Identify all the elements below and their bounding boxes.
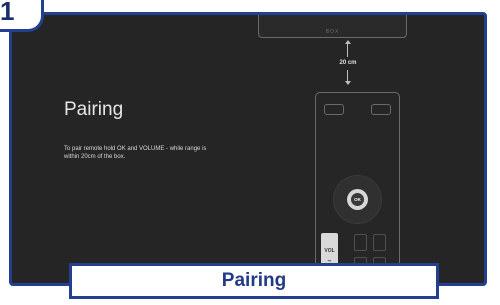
arrow-up-icon — [345, 40, 351, 44]
step-number-badge: 1 — [0, 0, 44, 32]
set-top-box-graphic: BOX — [258, 15, 407, 38]
tv-screen: Pairing To pair remote hold OK and VOLUM… — [9, 12, 487, 286]
remote-button-b — [373, 234, 386, 251]
caption-box: Pairing — [69, 263, 439, 299]
ok-button-label: OK — [351, 193, 364, 206]
page-title: Pairing — [64, 99, 124, 120]
remote-dpad: OK — [333, 175, 382, 224]
illustration-frame: 1 Pairing To pair remote hold OK and VOL… — [0, 0, 500, 305]
remote-control-graphic: OK VOL – — [315, 92, 400, 283]
volume-label: VOL — [324, 248, 335, 254]
pairing-instructions: To pair remote hold OK and VOLUME - whil… — [64, 146, 207, 160]
step-number: 1 — [0, 0, 15, 26]
arrow-down-icon — [345, 81, 351, 85]
remote-top-left-button — [324, 104, 344, 115]
distance-label: 20 cm — [339, 60, 357, 66]
ok-button: OK — [347, 189, 368, 210]
remote-button-a — [354, 234, 367, 251]
distance-line-top — [347, 43, 348, 57]
caption-text: Pairing — [221, 270, 287, 291]
remote-top-right-button — [371, 104, 391, 115]
box-label: BOX — [325, 29, 340, 35]
